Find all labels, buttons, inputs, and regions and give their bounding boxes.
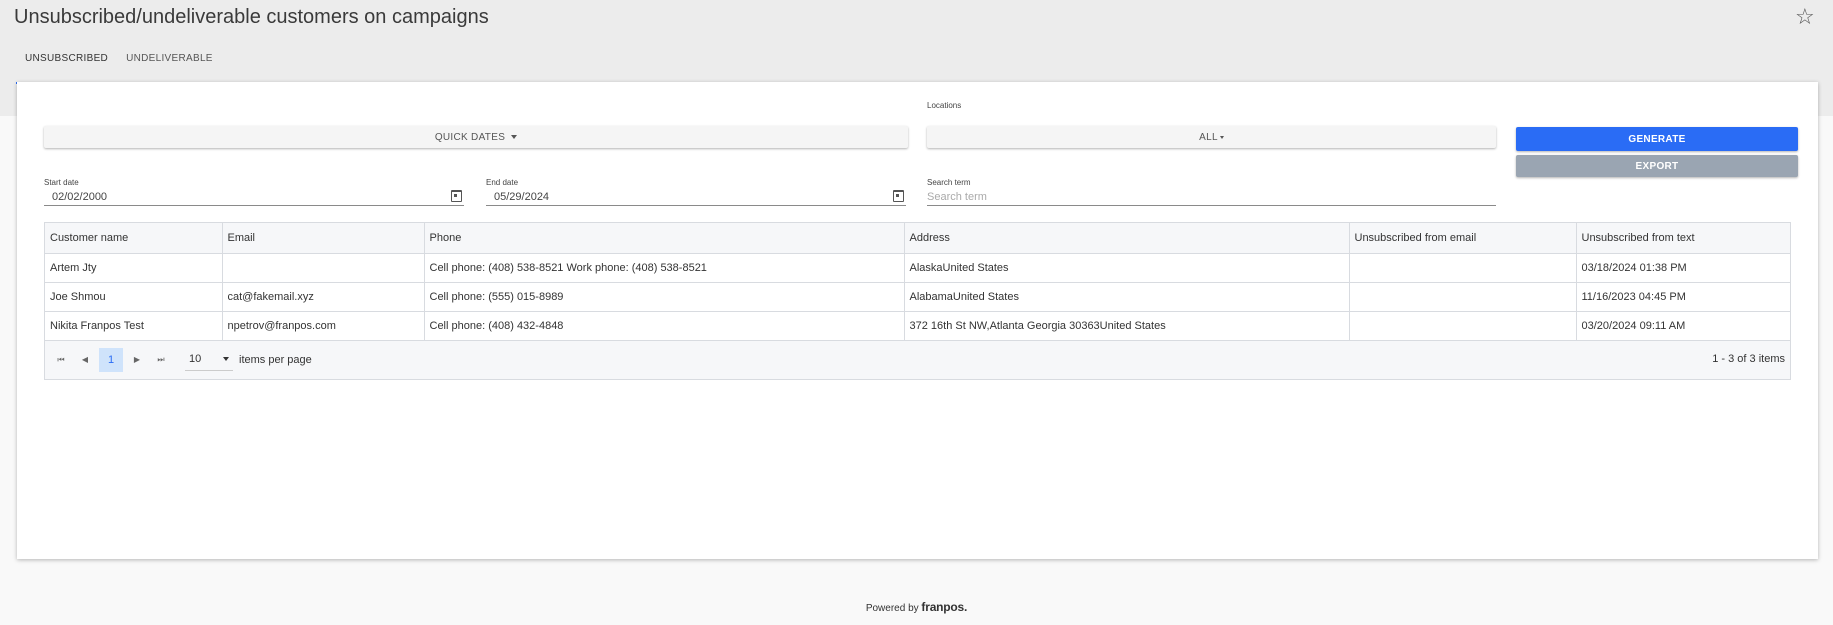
page-size-select[interactable]: 10 <box>185 349 233 371</box>
cell-unsubscribed-email <box>1349 253 1577 283</box>
end-date-field <box>486 188 906 206</box>
tab-bar: UNSUBSCRIBED UNDELIVERABLE <box>16 44 222 84</box>
tab-unsubscribed[interactable]: UNSUBSCRIBED <box>16 44 118 84</box>
search-term-label: Search term <box>927 178 971 187</box>
calendar-icon[interactable] <box>893 190 904 202</box>
locations-value: ALL <box>1199 131 1218 143</box>
quick-dates-button[interactable]: QUICK DATES <box>44 126 908 148</box>
pager-prev-icon[interactable]: ◀ <box>73 348 97 372</box>
start-date-field <box>44 188 464 206</box>
start-date-label: Start date <box>44 178 79 187</box>
cell-customer-name: Artem Jty <box>45 253 223 283</box>
quick-dates-label: QUICK DATES <box>434 131 506 143</box>
pager-last-icon[interactable]: ⏭ <box>149 348 173 372</box>
cell-address: 372 16th St NW,Atlanta Georgia 30363Unit… <box>904 311 1350 341</box>
powered-by-text: Powered by <box>865 603 919 614</box>
table-header-row: Customer name Email Phone Address Unsubs… <box>45 223 1790 254</box>
page-size-value: 10 <box>189 353 202 365</box>
customers-table: Customer name Email Phone Address Unsubs… <box>45 223 1790 341</box>
generate-button[interactable]: GENERATE <box>1516 127 1798 151</box>
column-header-customer-name[interactable]: Customer name <box>45 223 223 254</box>
cell-phone: Cell phone: (408) 432-4848 <box>424 311 905 341</box>
cell-customer-name: Joe Shmou <box>45 282 223 312</box>
pager: ⏮ ◀ 1 ▶ ⏭ 10 items per page 1 - 3 of 3 i… <box>45 340 1790 379</box>
column-header-unsubscribed-email[interactable]: Unsubscribed from email <box>1349 223 1577 254</box>
cell-email <box>222 253 425 283</box>
column-header-unsubscribed-text[interactable]: Unsubscribed from text <box>1576 223 1790 254</box>
pager-page-1[interactable]: 1 <box>99 347 123 372</box>
franpos-logo: franpos. <box>921 600 968 614</box>
cell-unsubscribed-email <box>1349 282 1577 312</box>
star-icon[interactable]: ☆ <box>1795 4 1815 30</box>
items-per-page-label: items per page <box>239 353 312 366</box>
cell-unsubscribed-email <box>1349 311 1577 341</box>
tab-undeliverable[interactable]: UNDELIVERABLE <box>117 44 222 82</box>
footer: Powered by franpos. <box>0 600 1833 614</box>
customers-grid: Customer name Email Phone Address Unsubs… <box>44 222 1791 380</box>
cell-unsubscribed-text: 11/16/2023 04:45 PM <box>1576 282 1790 312</box>
end-date-input[interactable] <box>486 190 906 203</box>
cell-unsubscribed-text: 03/18/2024 01:38 PM <box>1576 253 1790 283</box>
cell-address: AlaskaUnited States <box>904 253 1350 283</box>
cell-phone: Cell phone: (555) 015-8989 <box>424 282 905 312</box>
calendar-icon[interactable] <box>451 190 462 202</box>
cell-email: npetrov@franpos.com <box>222 311 425 341</box>
search-term-input[interactable] <box>927 190 1496 203</box>
column-header-email[interactable]: Email <box>222 223 425 254</box>
pager-count: 1 - 3 of 3 items <box>1712 352 1785 365</box>
start-date-input[interactable] <box>44 190 464 203</box>
cell-unsubscribed-text: 03/20/2024 09:11 AM <box>1576 311 1790 341</box>
locations-label: Locations <box>927 101 962 110</box>
pager-next-icon[interactable]: ▶ <box>125 348 149 372</box>
column-header-address[interactable]: Address <box>904 223 1350 254</box>
report-card: QUICK DATES Locations ALL GENERATE EXPOR… <box>17 82 1818 559</box>
table-row[interactable]: Nikita Franpos Test npetrov@franpos.com … <box>45 311 1790 341</box>
cell-customer-name: Nikita Franpos Test <box>45 311 223 341</box>
table-row[interactable]: Artem Jty Cell phone: (408) 538-8521 Wor… <box>45 253 1790 283</box>
pager-first-icon[interactable]: ⏮ <box>49 348 73 372</box>
end-date-label: End date <box>486 178 519 187</box>
page-title: Unsubscribed/undeliverable customers on … <box>14 6 489 28</box>
cell-phone: Cell phone: (408) 538-8521 Work phone: (… <box>424 253 905 283</box>
cell-address: AlabamaUnited States <box>904 282 1350 312</box>
cell-email: cat@fakemail.xyz <box>222 282 425 312</box>
search-term-field <box>927 188 1496 206</box>
chevron-down-icon <box>511 135 518 139</box>
chevron-down-icon <box>223 357 229 361</box>
column-header-phone[interactable]: Phone <box>424 223 905 254</box>
export-button[interactable]: EXPORT <box>1516 155 1798 177</box>
table-row[interactable]: Joe Shmou cat@fakemail.xyz Cell phone: (… <box>45 282 1790 312</box>
locations-select[interactable]: ALL <box>927 126 1496 148</box>
chevron-down-icon <box>1219 135 1224 139</box>
